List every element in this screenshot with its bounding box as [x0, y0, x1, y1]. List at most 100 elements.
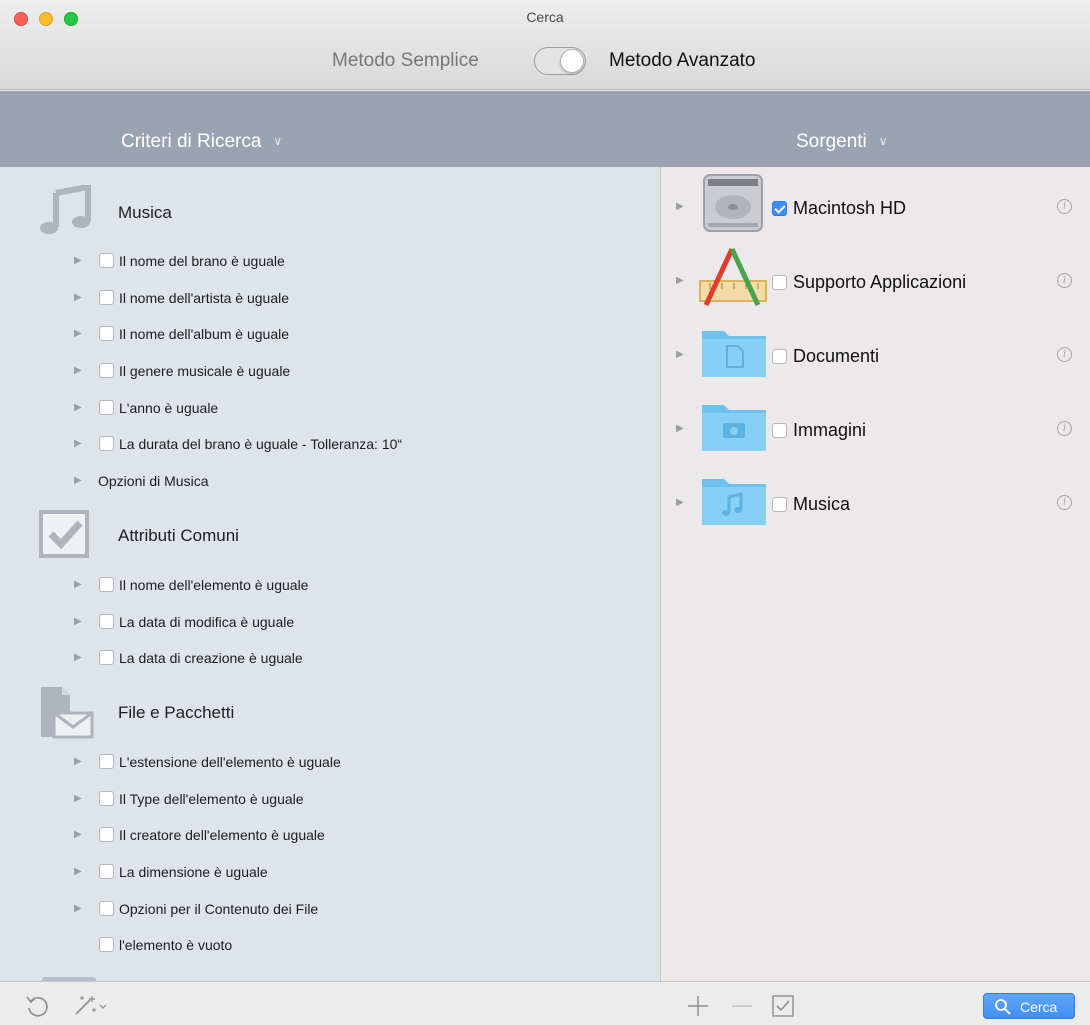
criteria-checkbox[interactable]: [99, 363, 114, 378]
source-row: ▶ Immagini i: [662, 393, 1090, 457]
criteria-label: Il genere musicale è uguale: [119, 363, 291, 379]
disclosure-triangle-icon[interactable]: ▶: [676, 423, 684, 434]
disclosure-triangle-icon[interactable]: ▶: [676, 275, 684, 286]
criteria-panel: Musica ▶ Il nome del brano è uguale ▶ Il…: [0, 167, 661, 981]
source-row: ▶ Macintosh HD i: [662, 171, 1090, 235]
source-label: Musica: [793, 494, 851, 514]
disclosure-triangle-icon[interactable]: ▶: [74, 616, 82, 627]
criteria-row: ▶ Opzioni per il Contenuto dei File: [0, 899, 660, 923]
disclosure-triangle-icon[interactable]: ▶: [74, 438, 82, 449]
criteria-checkbox[interactable]: [99, 614, 114, 629]
disclosure-triangle-icon[interactable]: ▶: [74, 829, 82, 840]
music-options-row[interactable]: ▶ Opzioni di Musica: [0, 471, 660, 495]
criteria-row: ▶ Il nome del brano è uguale: [0, 251, 660, 275]
toggle-knob: [560, 49, 584, 73]
criteria-checkbox[interactable]: [99, 253, 114, 268]
criteria-label: La dimensione è uguale: [119, 864, 268, 880]
criteria-row: ▶ L'estensione dell'elemento è uguale: [0, 752, 660, 776]
source-checkbox[interactable]: [772, 201, 787, 216]
hard-drive-icon: [703, 174, 763, 232]
info-icon[interactable]: i: [1057, 199, 1072, 214]
criteria-checkbox[interactable]: [99, 791, 114, 806]
source-checkbox[interactable]: [772, 275, 787, 290]
criteria-header-label: Criteri di Ricerca: [121, 131, 262, 152]
criteria-checkbox[interactable]: [99, 436, 114, 451]
criteria-label: La durata del brano è uguale - Tolleranz…: [119, 436, 403, 452]
pictures-folder-icon: [702, 405, 766, 451]
disclosure-triangle-icon[interactable]: ▶: [74, 652, 82, 663]
criteria-checkbox[interactable]: [99, 901, 114, 916]
source-checkbox[interactable]: [772, 497, 787, 512]
sources-header[interactable]: Sorgenti ∨: [796, 131, 888, 153]
criteria-label: Il nome dell'elemento è uguale: [119, 577, 309, 593]
sources-header-label: Sorgenti: [796, 131, 867, 152]
criteria-row: ▶ Il genere musicale è uguale: [0, 361, 660, 385]
mode-toggle-switch[interactable]: [534, 47, 586, 75]
criteria-label: Il creatore dell'elemento è uguale: [119, 827, 325, 843]
disclosure-triangle-icon[interactable]: ▶: [676, 497, 684, 508]
checkmark-box-icon[interactable]: [771, 994, 795, 1018]
source-row: ▶ Documenti i: [662, 319, 1090, 383]
disclosure-triangle-icon[interactable]: ▶: [74, 292, 82, 303]
section-files-title: File e Pacchetti: [118, 703, 235, 722]
info-icon[interactable]: i: [1057, 421, 1072, 436]
section-common-title: Attributi Comuni: [118, 526, 239, 545]
disclosure-triangle-icon[interactable]: ▶: [74, 402, 82, 413]
criteria-checkbox[interactable]: [99, 827, 114, 842]
search-window: Cerca Metodo Semplice Metodo Avanzato Cr…: [0, 0, 1090, 1025]
magic-wand-icon[interactable]: [70, 992, 110, 1018]
sources-panel: ▶ Macintosh HD i ▶ Supporto Applicazioni…: [662, 167, 1090, 981]
info-icon[interactable]: i: [1057, 347, 1072, 362]
source-label: Supporto Applicazioni: [793, 272, 967, 292]
section-music: Musica: [0, 185, 660, 235]
disclosure-triangle-icon[interactable]: ▶: [74, 255, 82, 266]
minus-icon[interactable]: [730, 994, 754, 1018]
criteria-label: Il nome dell'artista è uguale: [119, 290, 289, 306]
criteria-checkbox[interactable]: [99, 577, 114, 592]
criteria-checkbox[interactable]: [99, 864, 114, 879]
disclosure-triangle-icon[interactable]: ▶: [74, 328, 82, 339]
section-common-attributes: Attributi Comuni: [0, 508, 660, 558]
music-note-icon: [40, 185, 91, 234]
disclosure-triangle-icon[interactable]: ▶: [74, 793, 82, 804]
window-title: Cerca: [526, 9, 564, 25]
criteria-row: ▶ Il creatore dell'elemento è uguale: [0, 825, 660, 849]
criteria-checkbox[interactable]: [99, 326, 114, 341]
criteria-checkbox[interactable]: [99, 290, 114, 305]
section-music-title: Musica: [118, 203, 172, 222]
criteria-checkbox[interactable]: [99, 754, 114, 769]
info-icon[interactable]: i: [1057, 273, 1072, 288]
source-checkbox[interactable]: [772, 349, 787, 364]
column-header-band: [0, 91, 1090, 167]
disclosure-triangle-icon[interactable]: ▶: [676, 349, 684, 360]
criteria-header[interactable]: Criteri di Ricerca ∨: [121, 131, 282, 153]
disclosure-triangle-icon[interactable]: ▶: [74, 756, 82, 767]
criteria-row: ▶ La durata del brano è uguale - Tollera…: [0, 434, 660, 458]
bottom-toolbar: Cerca: [0, 981, 1090, 1025]
undo-icon[interactable]: [24, 992, 50, 1018]
criteria-label: Il nome del brano è uguale: [119, 253, 285, 269]
info-icon[interactable]: i: [1057, 495, 1072, 510]
criteria-label: l'elemento è vuoto: [119, 937, 233, 953]
disclosure-triangle-icon[interactable]: ▶: [74, 903, 82, 914]
file-envelope-icon: [41, 687, 94, 739]
mode-advanced-label[interactable]: Metodo Avanzato: [609, 50, 755, 72]
disclosure-triangle-icon[interactable]: ▶: [74, 365, 82, 376]
criteria-checkbox[interactable]: [99, 937, 114, 952]
criteria-checkbox[interactable]: [99, 400, 114, 415]
music-options-label: Opzioni di Musica: [98, 473, 209, 489]
mode-simple-label[interactable]: Metodo Semplice: [332, 50, 479, 72]
criteria-label: Opzioni per il Contenuto dei File: [119, 901, 319, 917]
search-button[interactable]: Cerca: [983, 993, 1075, 1019]
criteria-checkbox[interactable]: [99, 650, 114, 665]
chevron-down-icon: ∨: [878, 134, 888, 148]
disclosure-triangle-icon[interactable]: ▶: [74, 475, 82, 486]
criteria-label: L'estensione dell'elemento è uguale: [119, 754, 341, 770]
plus-icon[interactable]: [686, 994, 710, 1018]
disclosure-triangle-icon[interactable]: ▶: [74, 579, 82, 590]
criteria-row: ▶ Il Type dell'elemento è uguale: [0, 789, 660, 813]
source-label: Immagini: [793, 420, 867, 440]
source-checkbox[interactable]: [772, 423, 787, 438]
disclosure-triangle-icon[interactable]: ▶: [676, 201, 684, 212]
disclosure-triangle-icon[interactable]: ▶: [74, 866, 82, 877]
